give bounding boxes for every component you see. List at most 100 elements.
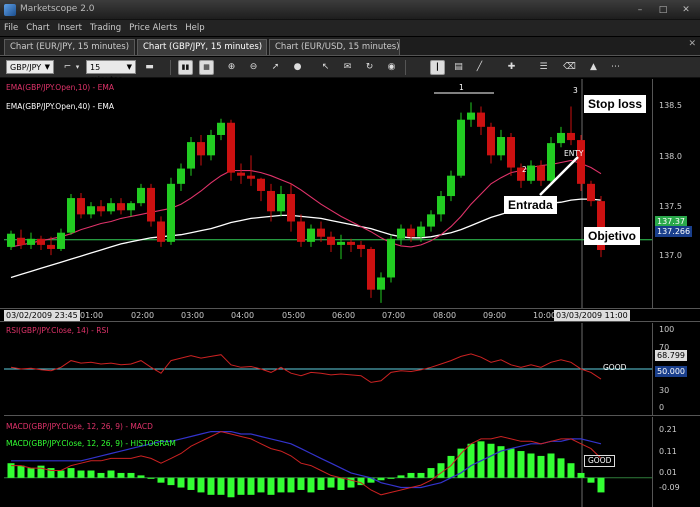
rsi-chart[interactable] [4, 323, 652, 415]
tab-eur-usd[interactable]: Chart (EUR/USD, 15 minutes) [269, 39, 400, 55]
menu-chart[interactable]: Chart [22, 20, 53, 36]
macd-tick: 0.21 [659, 425, 677, 434]
price-pane[interactable]: EMA(GBP/JPY.Open,10) - EMA EMA(GBP/JPY.O… [4, 79, 652, 308]
legend-ema40-text: EMA(GBP/JPY.Open,40) - EMA [6, 102, 114, 111]
histogram-bar [237, 477, 245, 495]
menu-price-alerts[interactable]: Price Alerts [125, 20, 181, 36]
timeframe-select[interactable]: 15 minutes ▼ [86, 60, 136, 84]
candle-body [67, 198, 75, 233]
minimize-button[interactable]: – [630, 3, 650, 17]
pyramid-icon[interactable]: ▲ [586, 60, 601, 75]
candle-body [297, 221, 305, 242]
more-icon[interactable]: ⋯ [608, 60, 623, 75]
time-label: 05:00 [282, 311, 306, 320]
candle-body [357, 244, 365, 249]
cursor-icon[interactable]: ↖ [318, 60, 333, 75]
symbol-select[interactable]: GBP/JPY ▼ [6, 60, 54, 74]
candle-body [197, 142, 205, 156]
candle-body [47, 244, 55, 249]
tab-gbp-jpy[interactable]: Chart (GBP/JPY, 15 minutes) [137, 39, 267, 55]
tab-eur-jpy[interactable]: Chart (EUR/JPY, 15 minutes) [4, 39, 135, 55]
candle-body [377, 277, 385, 290]
symbol-value: GBP/JPY [10, 63, 42, 72]
vertical-line-icon[interactable]: ┃ [430, 60, 445, 75]
price-tick: 138.0 [659, 152, 682, 161]
candle-body [7, 233, 15, 247]
level-icon[interactable]: ✚ [504, 60, 519, 75]
chevron-down-icon[interactable]: ▾ [70, 60, 85, 75]
price-chart[interactable] [4, 79, 652, 308]
bar-chart-icon[interactable]: ▬ [142, 60, 157, 75]
zoom-in-icon[interactable]: ⊕ [224, 60, 239, 75]
candle-body [577, 140, 585, 184]
menu-trading[interactable]: Trading [86, 20, 125, 36]
price-tick: 138.5 [659, 101, 682, 110]
candle-body [447, 175, 455, 197]
histogram-bar [147, 477, 155, 479]
histogram-bar [377, 477, 385, 481]
calendar-icon[interactable]: ▤ [451, 60, 466, 75]
time-label: 08:00 [433, 311, 457, 320]
candle-body [467, 112, 475, 120]
candles-icon[interactable]: ▮▮ [178, 60, 193, 75]
globe-icon[interactable]: ◉ [384, 60, 399, 75]
histogram-bar [537, 455, 545, 478]
histogram-bar [227, 477, 235, 498]
histogram-bar [187, 477, 195, 490]
time-label: 06:00 [332, 311, 356, 320]
grid-icon[interactable]: ▦ [199, 60, 214, 75]
candle-body [287, 194, 295, 222]
dot-icon[interactable]: ● [290, 60, 305, 75]
menu-help[interactable]: Help [181, 20, 208, 36]
candle-body [437, 196, 445, 215]
time-label: 10:00 [533, 311, 557, 320]
histogram-bar [557, 458, 565, 478]
legend-histogram-text: MACD(GBP/JPY.Close, 12, 26, 9) - HISTOGR… [6, 439, 176, 448]
properties-icon[interactable]: ☰ [536, 60, 551, 75]
histogram-bar [17, 465, 25, 478]
candle-body [507, 137, 515, 168]
price-axis[interactable]: 138.5 138.0 137.5 137.0 137.37 137.266 [652, 79, 700, 308]
histogram-bar [527, 453, 535, 478]
macd-pane[interactable]: MACD(GBP/JPY.Close, 12, 26, 9) - MACD MA… [4, 417, 652, 507]
candle-body [257, 178, 265, 191]
time-start-box: 03/02/2009 23:45 [4, 310, 80, 321]
menu-insert[interactable]: Insert [54, 20, 86, 36]
histogram-bar [127, 472, 135, 478]
window-controls: – □ ✕ [630, 3, 696, 17]
macd-axis[interactable]: 0.21 0.11 0.01 -0.09 [652, 417, 700, 507]
candle-body [407, 228, 415, 237]
menu-file[interactable]: File [0, 20, 22, 36]
time-axis[interactable]: 03/02/2009 23:45 01:00 02:00 03:00 04:00… [0, 308, 700, 322]
candle-body [347, 241, 355, 245]
eraser-icon[interactable]: ⌫ [562, 60, 577, 75]
title-bar: Marketscope 2.0 – □ ✕ [0, 0, 700, 20]
zoom-out-icon[interactable]: ⊖ [246, 60, 261, 75]
marker-two: 2 [522, 165, 527, 174]
histogram-bar [397, 475, 405, 478]
time-label: 01:00 [80, 311, 104, 320]
legend-histogram: MACD(GBP/JPY.Close, 12, 26, 9) - HISTOGR… [6, 439, 176, 448]
histogram-bar [77, 470, 85, 478]
candle-body [187, 142, 195, 169]
note-icon[interactable]: ✉ [340, 60, 355, 75]
rsi-axis[interactable]: 100 70 30 0 68.799 50.000 [652, 323, 700, 416]
histogram-bar [467, 443, 475, 478]
histogram-bar [337, 477, 345, 490]
rsi-pane[interactable]: RSI(GBP/JPY.Close, 14) - RSI GOOD [4, 323, 652, 416]
app-title: Marketscope 2.0 [20, 4, 95, 14]
arrow-cursor-icon[interactable]: ➚ [268, 60, 283, 75]
rsi-value-tag: 68.799 [655, 350, 687, 361]
candle-body [317, 228, 325, 237]
close-tab-icon[interactable]: ✕ [688, 39, 696, 49]
macd-good-badge: GOOD [584, 455, 616, 467]
maximize-button[interactable]: □ [653, 3, 673, 17]
close-button[interactable]: ✕ [676, 3, 696, 17]
histogram-bar [277, 477, 285, 493]
refresh-icon[interactable]: ↻ [362, 60, 377, 75]
trend-line-icon[interactable]: ╱ [472, 60, 487, 75]
time-label: 07:00 [382, 311, 406, 320]
current-price-tag: 137.266 [655, 226, 693, 237]
histogram-bar [107, 470, 115, 478]
rsi-level-tag: 50.000 [655, 366, 687, 377]
